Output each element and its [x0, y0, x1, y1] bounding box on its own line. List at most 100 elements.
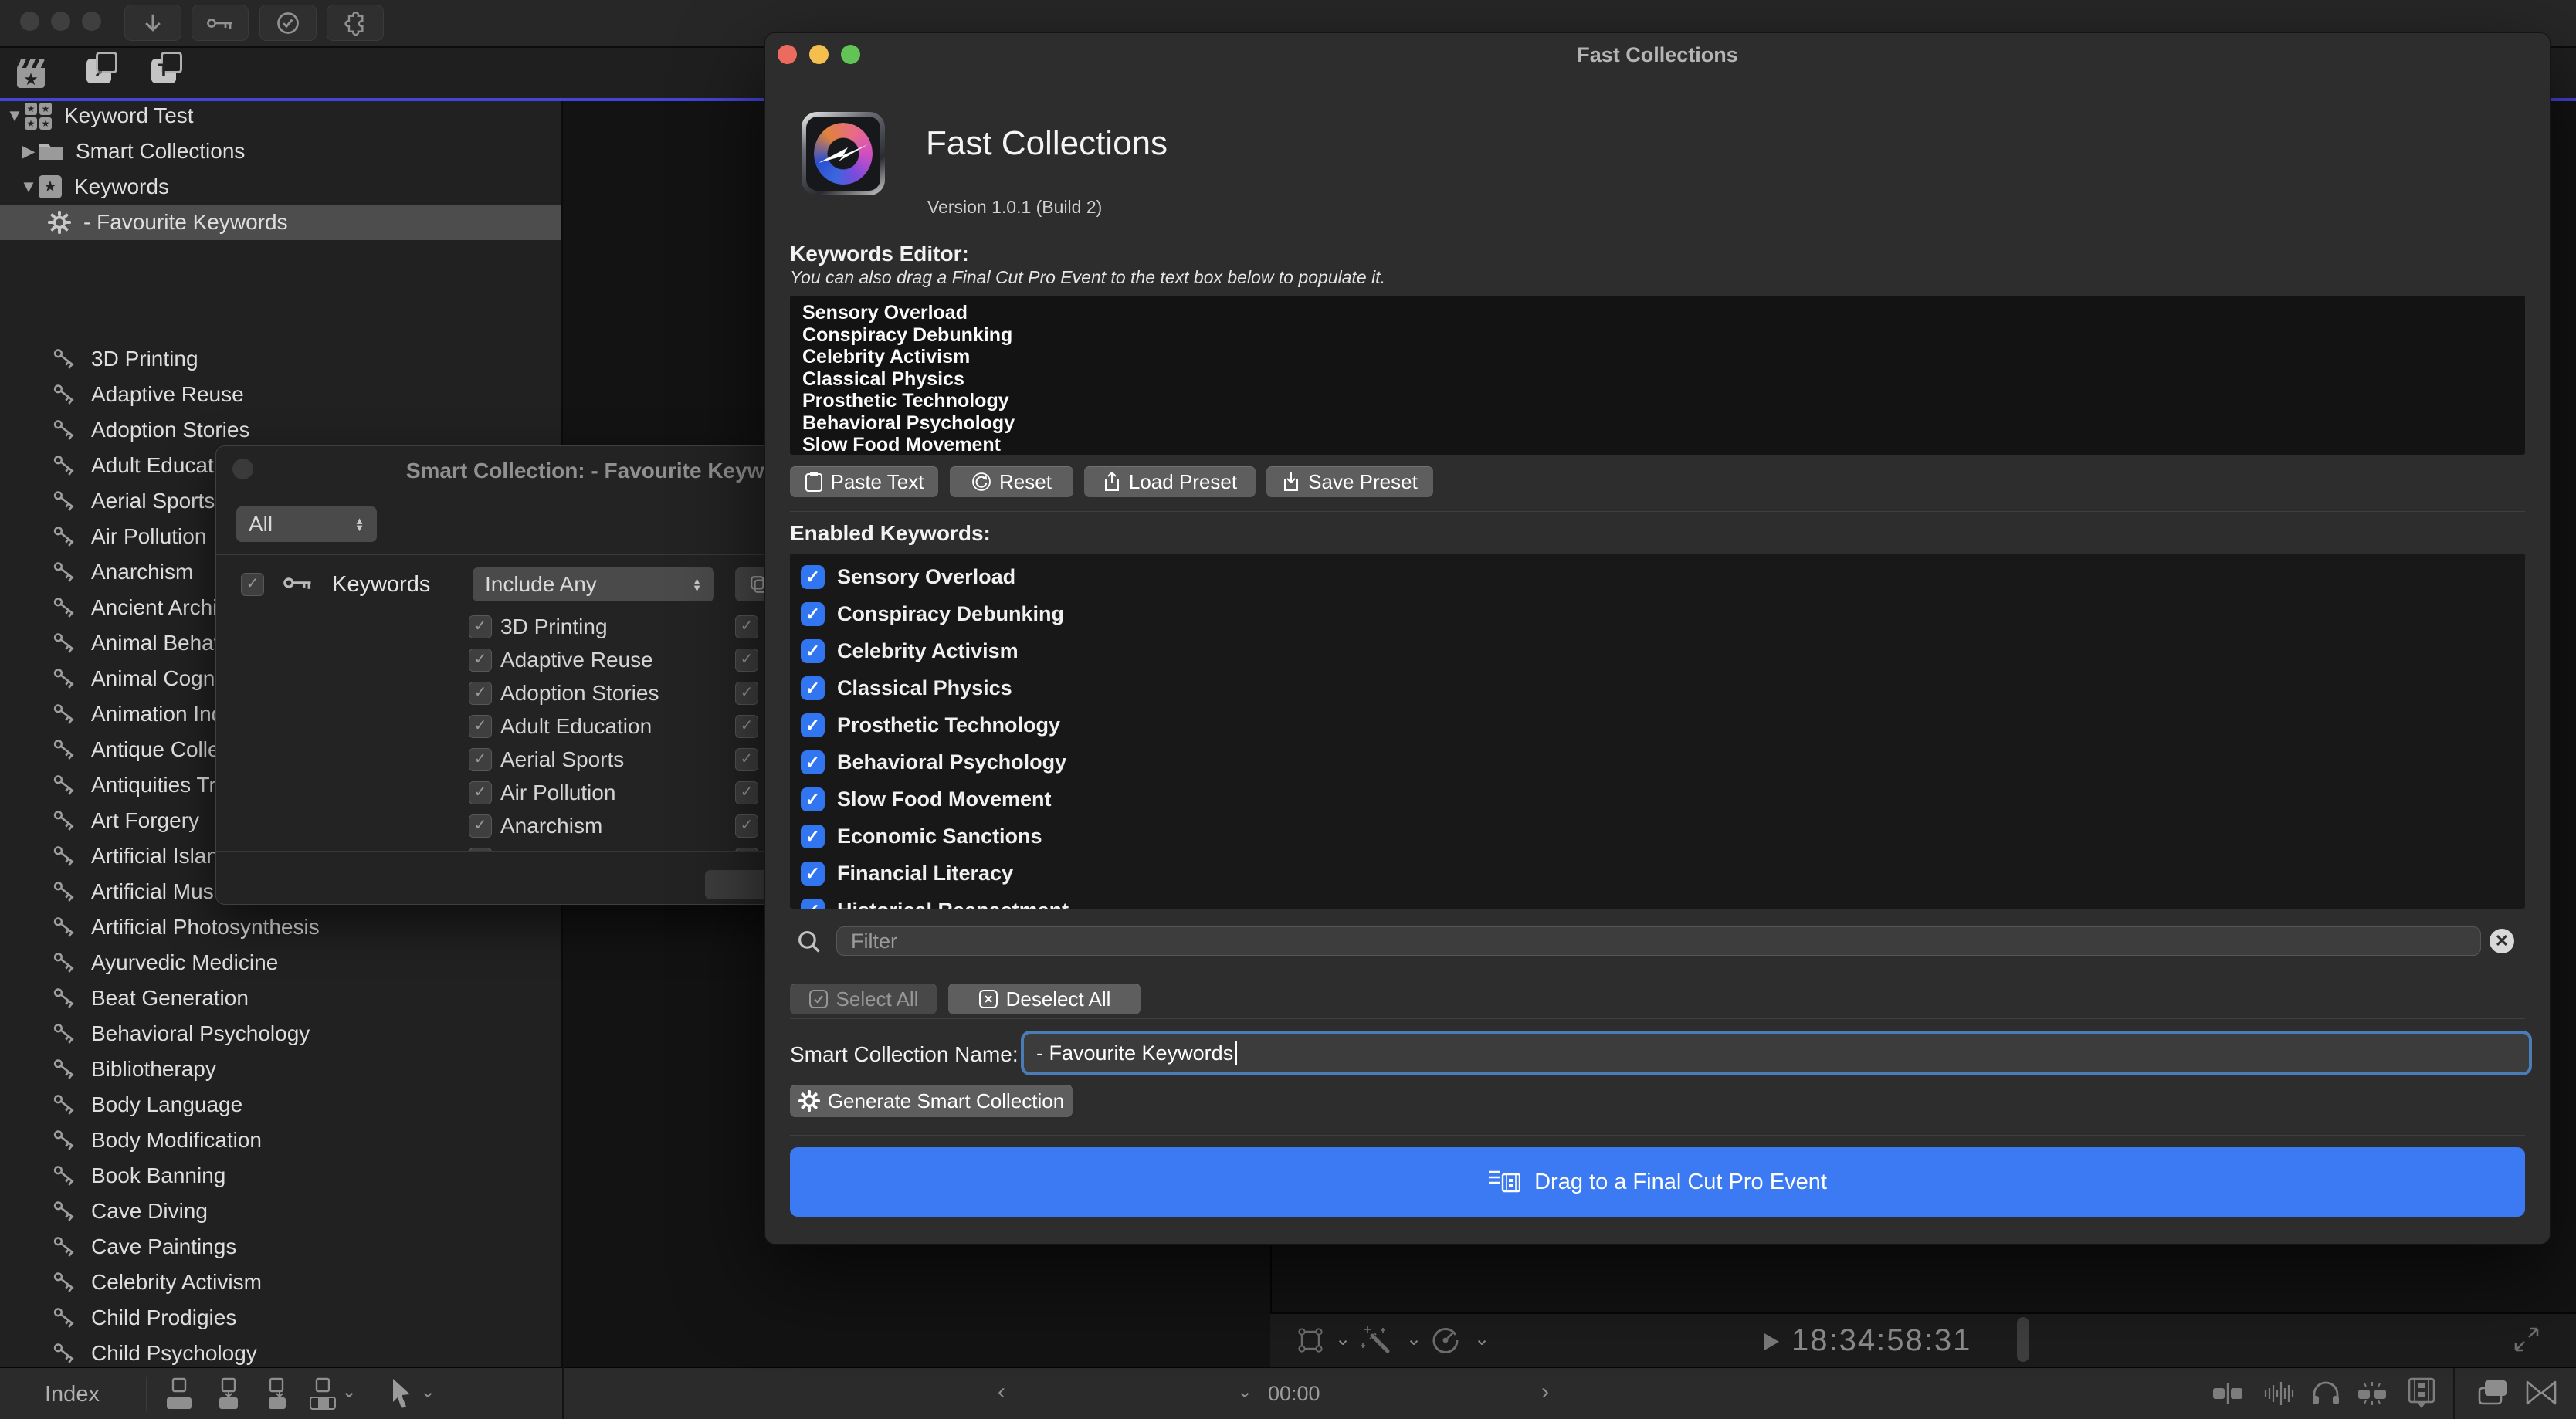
trim-view-button[interactable] — [2212, 1382, 2246, 1409]
enabled-keyword-checkbox[interactable]: ✓ — [801, 787, 825, 811]
sidebar-item-library[interactable]: ▼ ★ ★ ★ ★ Keyword Test — [0, 98, 561, 134]
sidebar-keyword-item[interactable]: Behavioral Psychology — [0, 1016, 561, 1052]
skip-clip-button[interactable] — [2525, 1379, 2557, 1411]
rule-enabled-checkbox[interactable]: ✓ — [241, 573, 264, 596]
enabled-keyword-checkbox[interactable]: ✓ — [801, 861, 825, 886]
sidebar-keyword-item[interactable]: Body Language — [0, 1087, 561, 1123]
keyword-checkbox-secondary[interactable]: ✓ — [735, 681, 758, 705]
chevron-down-icon[interactable]: ⌄ — [1335, 1328, 1351, 1350]
select-tool-button[interactable] — [390, 1377, 413, 1414]
sidebar-keyword-item[interactable]: Child Prodigies — [0, 1300, 561, 1336]
keyword-checkbox[interactable]: ✓ — [469, 615, 492, 638]
sidebar-keyword-item[interactable]: Book Banning — [0, 1158, 561, 1194]
sidebar-keyword-item[interactable]: 3D Printing — [0, 341, 561, 377]
duplicate-timeline-button[interactable] — [2477, 1379, 2510, 1411]
filter-input[interactable] — [836, 926, 2481, 956]
index-button[interactable]: Index — [45, 1382, 100, 1407]
keyword-checkbox-secondary[interactable]: ✓ — [735, 648, 758, 672]
overwrite-edit-button[interactable] — [307, 1377, 338, 1415]
enabled-keyword-checkbox[interactable]: ✓ — [801, 564, 825, 589]
sidebar-keyword-item[interactable]: Cave Diving — [0, 1194, 561, 1229]
match-mode-select[interactable]: Include Any ▲ ▼ — [473, 567, 714, 601]
keyword-checkbox[interactable]: ✓ — [469, 681, 492, 705]
enhancements-wand-button[interactable] — [1361, 1325, 1392, 1360]
clip-appearance-button[interactable] — [2406, 1377, 2437, 1415]
chevron-left-icon[interactable]: ‹ — [998, 1379, 1005, 1405]
append-edit-button[interactable] — [261, 1377, 292, 1415]
solo-headphones-button[interactable] — [2310, 1379, 2341, 1411]
keyword-checkbox[interactable]: ✓ — [469, 747, 492, 771]
viewer-scroll-handle[interactable] — [2017, 1317, 2029, 1362]
transform-tool-button[interactable] — [1296, 1326, 1324, 1358]
disclosure-closed-icon[interactable]: ▶ — [19, 141, 39, 161]
keyword-checkbox-secondary[interactable]: ✓ — [735, 781, 758, 804]
sidebar-item-favourite-keywords[interactable]: - Favourite Keywords — [0, 205, 561, 240]
chevron-down-icon[interactable]: ⌄ — [341, 1380, 357, 1403]
color-correction-button[interactable] — [1431, 1326, 1460, 1359]
keyword-checkbox-secondary[interactable]: ✓ — [735, 714, 758, 738]
chevron-right-icon[interactable]: › — [1541, 1379, 1549, 1405]
enabled-keyword-checkbox[interactable]: ✓ — [801, 750, 825, 774]
disclosure-open-icon[interactable]: ▼ — [19, 177, 39, 197]
sidebar-keyword-item[interactable]: Celebrity Activism — [0, 1265, 561, 1300]
paste-text-button[interactable]: Paste Text — [790, 466, 938, 497]
media-library-tab[interactable]: ★ — [17, 59, 45, 88]
enabled-keyword-checkbox[interactable]: ✓ — [801, 898, 825, 909]
deselect-all-button[interactable]: Deselect All — [948, 984, 1141, 1014]
insert-edit-button[interactable] — [164, 1377, 195, 1415]
enabled-keyword-checkbox[interactable]: ✓ — [801, 676, 825, 700]
play-icon[interactable] — [1763, 1333, 1780, 1355]
generate-smart-collection-button[interactable]: Generate Smart Collection — [790, 1085, 1073, 1117]
keyword-editor-button[interactable] — [192, 5, 249, 41]
smart-collection-name-input[interactable]: - Favourite Keywords — [1024, 1034, 2529, 1072]
chevron-down-icon[interactable]: ⌄ — [1237, 1380, 1252, 1403]
sidebar-item-smart-collections[interactable]: ▶ Smart Collections — [0, 134, 561, 169]
import-media-button[interactable] — [124, 5, 181, 41]
keyword-checkbox[interactable]: ✓ — [469, 814, 492, 838]
sidebar-item-keywords-group[interactable]: ▼ ★ Keywords — [0, 169, 561, 205]
disclosure-open-icon[interactable]: ▼ — [5, 106, 25, 126]
close-window-button[interactable] — [20, 12, 39, 31]
save-preset-button[interactable]: Save Preset — [1266, 466, 1433, 497]
keyword-checkbox[interactable]: ✓ — [469, 714, 492, 738]
reset-button[interactable]: Reset — [950, 466, 1073, 497]
sidebar-keyword-item[interactable]: Body Modification — [0, 1123, 561, 1158]
select-all-button[interactable]: Select All — [790, 984, 937, 1014]
chevron-down-icon[interactable]: ⌄ — [1474, 1328, 1490, 1350]
drag-to-event-target[interactable]: Drag to a Final Cut Pro Event — [790, 1147, 2525, 1217]
enabled-keyword-checkbox[interactable]: ✓ — [801, 713, 825, 737]
enabled-keywords-list[interactable]: ✓ Sensory Overload ✓ Conspiracy Debunkin… — [790, 554, 2525, 909]
snapping-button[interactable] — [2354, 1380, 2391, 1411]
keywords-text-box[interactable]: Sensory Overload Conspiracy Debunking Cele… — [790, 296, 2525, 455]
audio-skimming-button[interactable] — [2262, 1380, 2296, 1411]
keyword-checkbox[interactable]: ✓ — [469, 648, 492, 672]
titles-generators-tab[interactable]: T — [151, 52, 182, 83]
dialog-title-bar[interactable]: Fast Collections — [765, 33, 2550, 77]
sidebar-keyword-item[interactable]: Ayurvedic Medicine — [0, 945, 561, 980]
extensions-button[interactable] — [327, 5, 384, 41]
enabled-keyword-checkbox[interactable]: ✓ — [801, 601, 825, 626]
minimize-window-button[interactable] — [51, 12, 70, 31]
sidebar-keyword-item[interactable]: Adoption Stories — [0, 412, 561, 448]
scope-select[interactable]: All ▲ ▼ — [236, 506, 377, 542]
background-tasks-button[interactable] — [259, 5, 317, 41]
expand-fullscreen-icon[interactable] — [2513, 1326, 2540, 1356]
chevron-down-icon[interactable]: ⌄ — [1406, 1328, 1422, 1350]
keyword-checkbox[interactable]: ✓ — [469, 781, 492, 804]
sidebar-keyword-item[interactable]: Artificial Photosynthesis — [0, 909, 561, 945]
enabled-keyword-checkbox[interactable]: ✓ — [801, 638, 825, 663]
sidebar-keyword-item[interactable]: Adaptive Reuse — [0, 377, 561, 412]
keyword-checkbox-secondary[interactable]: ✓ — [735, 747, 758, 771]
clear-filter-button[interactable]: ✕ — [2490, 929, 2514, 953]
keyword-checkbox-secondary[interactable]: ✓ — [735, 615, 758, 638]
connect-edit-button[interactable] — [213, 1377, 244, 1415]
load-preset-button[interactable]: Load Preset — [1084, 466, 1256, 497]
sidebar-keyword-item[interactable]: Beat Generation — [0, 980, 561, 1016]
sound-effects-tab[interactable]: ♪ — [86, 52, 117, 83]
sidebar-keyword-item[interactable]: Cave Paintings — [0, 1229, 561, 1265]
chevron-down-icon[interactable]: ⌄ — [420, 1380, 436, 1403]
sidebar-keyword-item[interactable]: Bibliotherapy — [0, 1052, 561, 1087]
keyword-checkbox-secondary[interactable]: ✓ — [735, 814, 758, 838]
enabled-keyword-checkbox[interactable]: ✓ — [801, 824, 825, 848]
zoom-window-button[interactable] — [82, 12, 101, 31]
